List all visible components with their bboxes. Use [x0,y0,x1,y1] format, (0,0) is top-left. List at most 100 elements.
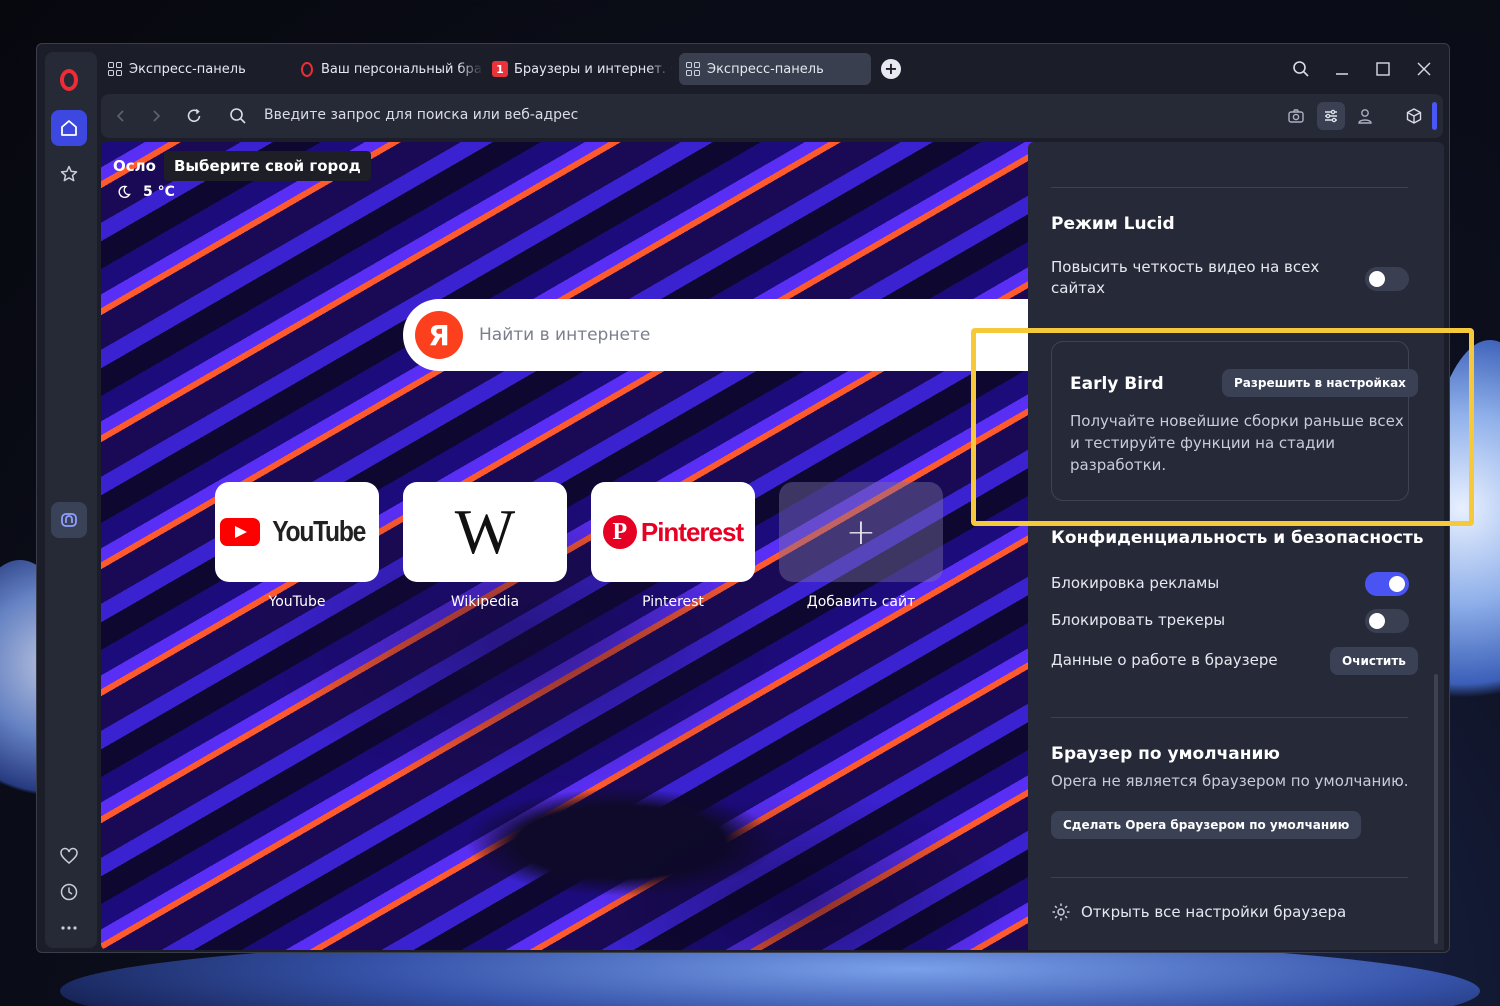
default-browser-desc: Opera не является браузером по умолчанию… [1051,772,1409,790]
choose-city-tooltip[interactable]: Выберите свой город [164,151,371,181]
privacy-title: Конфиденциальность и безопасность [1051,528,1424,548]
easy-setup-button[interactable] [1317,102,1345,130]
sidebar-more-button[interactable] [51,910,87,946]
weather-widget[interactable]: 5 °C [117,184,175,200]
maximize-button[interactable] [1370,56,1396,82]
opera-icon [299,61,315,77]
tab-label: Экспресс-панель [707,61,824,77]
minimize-button[interactable] [1329,56,1355,82]
search-icon [1293,61,1309,77]
tile-label: Добавить сайт [806,594,916,610]
lucid-mode-toggle[interactable] [1365,267,1409,291]
plus-icon: + [884,59,898,78]
yandex-logo-icon: Я [415,311,463,359]
speed-dial-icon [107,61,123,77]
address-input[interactable]: Введите запрос для поиска или веб-адрес [264,107,578,123]
weather-temperature: 5 °C [143,184,175,200]
extensions-button[interactable] [1402,104,1426,128]
sidebar-accent-bar [1432,102,1437,130]
divider [1051,717,1408,718]
early-bird-highlight-frame [971,328,1474,526]
youtube-thumbnail[interactable]: YouTube [215,482,379,582]
reload-button[interactable] [182,104,206,128]
search-input[interactable]: Найти в интернете [479,325,650,345]
address-bar: Введите запрос для поиска или веб-адрес [101,94,1443,138]
forward-button[interactable] [144,104,168,128]
cube-icon [1406,108,1422,124]
tab-speed-dial-1[interactable]: Экспресс-панель [101,53,281,85]
heart-icon [60,847,78,864]
make-default-button[interactable]: Сделать Opera браузером по умолчанию [1051,811,1362,839]
home-icon [61,120,77,136]
speed-dial-tile-wikipedia[interactable]: W Wikipedia [403,482,567,610]
speed-dial-tile-add[interactable]: + Добавить сайт [779,482,943,610]
profile-button[interactable] [1353,104,1377,128]
lucid-mode-title: Режим Lucid [1051,214,1175,234]
reload-icon [187,108,201,122]
default-browser-title: Браузер по умолчанию [1051,744,1280,764]
trackers-toggle[interactable] [1365,609,1409,633]
tab-search-button[interactable] [1288,56,1314,82]
aria-icon [61,513,77,527]
opera-menu-button[interactable] [51,62,87,98]
close-button[interactable] [1411,56,1437,82]
red-badge-icon: 1 [492,61,508,77]
maximize-icon [1376,62,1390,76]
panel-scrollbar[interactable] [1434,674,1438,944]
divider [1051,187,1408,188]
new-tab-button[interactable]: + [881,59,901,79]
moon-icon [118,185,131,199]
open-all-settings-label: Открыть все настройки браузера [1081,903,1347,921]
gear-icon [1052,903,1070,921]
pinboard-button[interactable] [51,838,87,874]
history-button[interactable] [51,874,87,910]
ai-assistant-button[interactable] [51,502,87,538]
chevron-left-icon [116,110,124,122]
divider [1051,877,1408,878]
tile-label: Pinterest [642,594,704,610]
minimize-icon [1336,73,1348,75]
pinterest-logo-icon: P Pinterest [602,515,744,549]
sidebar [45,52,97,948]
clear-data-button[interactable]: Очистить [1330,647,1418,675]
star-icon [60,165,78,182]
opera-logo-icon [60,69,78,91]
tile-label: YouTube [268,594,326,610]
tab-browsers-internet[interactable]: 1 Браузеры и интернет. Ск [486,53,672,85]
open-all-settings-link[interactable]: Открыть все настройки браузера [1051,902,1346,922]
snapshot-button[interactable] [1284,104,1308,128]
wikipedia-thumbnail[interactable]: W [403,482,567,582]
chevron-right-icon [153,110,161,122]
speed-dial-tile-pinterest[interactable]: P Pinterest Pinterest [591,482,755,610]
wikipedia-logo-icon: W [454,496,516,567]
search-icon [230,108,246,124]
lucid-mode-desc-line1: Повысить четкость видео на всех [1051,258,1320,276]
easy-setup-panel: Режим Lucid Повысить четкость видео на в… [1028,142,1444,950]
pinterest-thumbnail[interactable]: P Pinterest [591,482,755,582]
add-site-button[interactable]: + [779,482,943,582]
browsing-data-label: Данные о работе в браузере [1051,651,1278,669]
tab-label: Экспресс-панель [129,61,246,77]
sliders-icon [1325,109,1337,123]
weather-city[interactable]: Осло [113,157,156,175]
home-button[interactable] [51,110,87,146]
lucid-mode-desc-line2: сайтах [1051,279,1105,297]
more-dots-icon [61,926,77,930]
close-icon [1417,62,1431,76]
speed-dial-tile-youtube[interactable]: YouTube YouTube [215,482,379,610]
tab-speed-dial-active[interactable]: Экспресс-панель [679,53,871,85]
bookmarks-button[interactable] [51,156,87,192]
tab-opera-personal[interactable]: Ваш персональный брау [293,53,483,85]
clock-icon [60,883,78,901]
back-button[interactable] [109,104,133,128]
speed-dial-icon [685,61,701,77]
camera-icon [1288,109,1304,123]
address-search-icon-wrap [226,104,250,128]
tile-label: Wikipedia [450,594,520,610]
user-icon [1358,109,1372,124]
plus-icon: + [845,511,877,553]
adblock-label: Блокировка рекламы [1051,574,1220,592]
adblock-toggle[interactable] [1365,572,1409,596]
youtube-logo-icon: YouTube [220,516,373,549]
trackers-label: Блокировать трекеры [1051,611,1226,629]
